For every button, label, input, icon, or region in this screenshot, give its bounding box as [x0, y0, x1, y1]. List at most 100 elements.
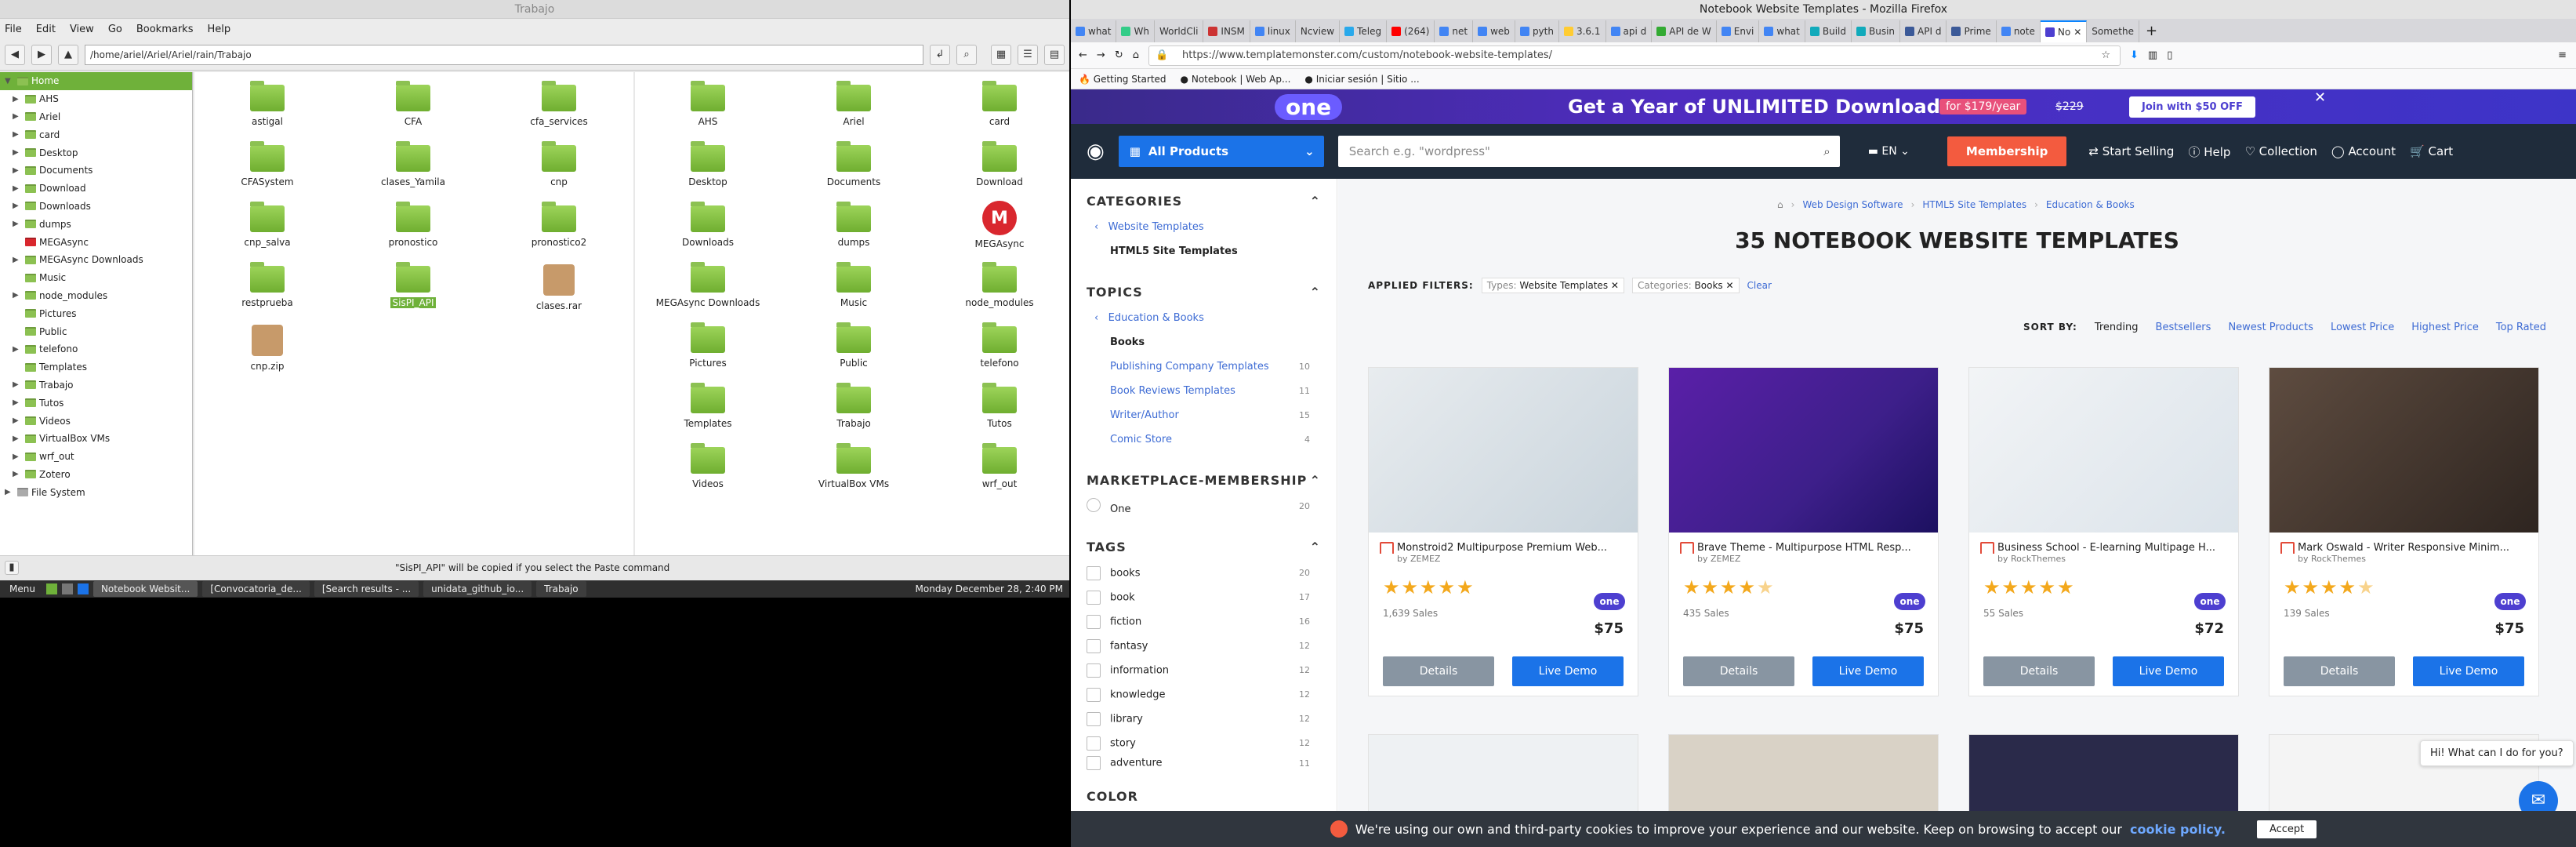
folder-item[interactable]: telefono [927, 322, 1069, 373]
url-bar[interactable]: 🔒 https://www.templatemonster.com/custom… [1148, 45, 2121, 66]
clear-filters-link[interactable]: Clear [1747, 280, 1772, 291]
tree-item[interactable]: ▶ Documents [0, 162, 192, 180]
tree-item-home[interactable]: ▼ Home [0, 72, 192, 90]
menu-view[interactable]: View [70, 24, 94, 35]
tree-item[interactable]: ▶ Ariel [0, 108, 192, 126]
tree-item-filesystem[interactable]: ▶ File System [0, 483, 192, 501]
tag-option[interactable]: information 12 [1071, 658, 1337, 682]
topic-parent-link[interactable]: ‹ Education & Books [1071, 306, 1337, 330]
tree-item[interactable]: MEGAsync [0, 233, 192, 251]
product-thumbnail[interactable] [2269, 368, 2538, 533]
cart-link[interactable]: 🛒 Cart [2410, 144, 2453, 158]
list-view-button[interactable]: ☰ [1018, 44, 1038, 65]
chat-bubble[interactable]: Hi! What can I do for you? [2420, 740, 2574, 766]
tag-option[interactable]: book 17 [1071, 585, 1337, 609]
live-demo-button[interactable]: Live Demo [1812, 656, 1924, 686]
close-icon[interactable]: ✕ [1725, 280, 1733, 291]
clock[interactable]: Monday December 28, 2:40 PM [916, 583, 1069, 594]
tree-item[interactable]: ▶ wrf_out [0, 448, 192, 466]
tree-item[interactable]: ▶ node_modules [0, 287, 192, 305]
radio-button[interactable] [1087, 497, 1101, 512]
tree-item[interactable]: ▶ Trabajo [0, 376, 192, 394]
bookmark-item[interactable]: ● Iniciar sesión | Sitio ... [1304, 74, 1419, 85]
tab[interactable]: WorldCli [1155, 20, 1204, 42]
bookmark-item[interactable]: ● Notebook | Web Ap... [1181, 74, 1291, 85]
product-card[interactable]: Business School - E-learning Multipage H… [1968, 367, 2239, 696]
archive-item[interactable]: cnp.zip [194, 322, 340, 373]
tag-option[interactable]: library 12 [1071, 707, 1337, 731]
breadcrumb-link[interactable]: Education & Books [2046, 199, 2135, 210]
task-item[interactable]: Trabajo [536, 581, 586, 597]
tab[interactable]: Teleg [1340, 20, 1388, 42]
new-tab-icon[interactable]: + [2139, 20, 2164, 42]
tree-item[interactable]: ▶ VirtualBox VMs [0, 430, 192, 448]
help-link[interactable]: ⓘ Help [2188, 144, 2230, 160]
menu-icon[interactable]: ≡ [2558, 49, 2576, 61]
promo-banner[interactable]: one Get a Year of UNLIMITED Downloads fo… [1071, 89, 2576, 124]
folder-item[interactable]: Downloads [635, 201, 781, 252]
checkbox[interactable] [1087, 687, 1101, 702]
folder-item[interactable]: Trabajo [781, 382, 927, 433]
tab[interactable]: what [1759, 20, 1805, 42]
search-icon[interactable]: ⌕ [956, 44, 977, 65]
up-button[interactable]: ▲ [58, 44, 78, 65]
topic-link[interactable]: Book Reviews Templates 11 [1071, 379, 1337, 403]
folder-item[interactable]: VirtualBox VMs [781, 442, 927, 493]
sort-trending[interactable]: Trending [2095, 322, 2139, 333]
tree-item[interactable]: ▶ AHS [0, 90, 192, 108]
tab[interactable]: (264) [1387, 20, 1435, 42]
color-heading[interactable]: COLOR [1071, 782, 1337, 810]
tab[interactable]: API d [1900, 20, 1947, 42]
tag-option[interactable]: fantasy 12 [1071, 634, 1337, 658]
archive-item[interactable]: clases.rar [486, 261, 632, 312]
task-firefox[interactable]: Notebook Websit... [93, 581, 198, 597]
tab[interactable]: Prime [1947, 20, 1997, 42]
tree-item[interactable]: Templates [0, 358, 192, 376]
tag-option[interactable]: story 12 [1071, 731, 1337, 755]
tree-item[interactable]: ▶ Videos [0, 412, 192, 430]
checkbox[interactable] [1087, 565, 1101, 580]
folder-item[interactable]: Templates [635, 382, 781, 433]
tree-item[interactable]: Music [0, 269, 192, 287]
reload-icon[interactable]: ↻ [1115, 49, 1123, 61]
menu-file[interactable]: File [5, 24, 22, 35]
icon-view-button[interactable]: ▦ [991, 44, 1011, 65]
folder-item[interactable]: CFA [340, 80, 486, 131]
checkbox[interactable] [1087, 590, 1101, 605]
checkbox[interactable] [1087, 663, 1101, 678]
tags-heading[interactable]: TAGS ⌃ [1071, 533, 1337, 561]
library-icon[interactable]: ▥ [2148, 49, 2157, 61]
folder-item-selected[interactable]: SisPI_API [340, 261, 486, 312]
close-icon[interactable]: ✕ [1611, 280, 1619, 291]
folder-item[interactable]: Tutos [927, 382, 1069, 433]
folder-item[interactable]: Public [781, 322, 927, 373]
folder-item[interactable]: M MEGAsync [927, 201, 1069, 252]
product-author[interactable]: by RockThemes [2269, 554, 2538, 564]
monster-logo-icon[interactable]: ◉ [1087, 140, 1105, 163]
tree-item[interactable]: ▶ telefono [0, 340, 192, 358]
product-title[interactable]: Mark Oswald - Writer Responsive Minim... [2269, 533, 2538, 554]
bookmark-star-icon[interactable]: ☆ [2101, 46, 2110, 65]
launcher-icon[interactable] [77, 583, 89, 594]
live-demo-button[interactable]: Live Demo [2413, 656, 2524, 686]
sort-bestsellers[interactable]: Bestsellers [2156, 322, 2211, 333]
tab[interactable]: api d [1606, 20, 1653, 42]
details-button[interactable]: Details [1383, 656, 1494, 686]
tag-option[interactable]: adventure 11 [1071, 755, 1337, 771]
tree-item[interactable]: Pictures [0, 304, 192, 322]
topic-link[interactable]: Comic Store 4 [1071, 427, 1337, 452]
sidebar-icon[interactable]: ▯ [2167, 49, 2172, 61]
product-title[interactable]: Business School - E-learning Multipage H… [1969, 533, 2238, 554]
membership-option-one[interactable]: One 20 [1071, 494, 1337, 518]
tree-item[interactable]: Public [0, 322, 192, 340]
tab[interactable]: net [1435, 20, 1474, 42]
folder-item[interactable]: Music [781, 261, 927, 312]
all-products-dropdown[interactable]: ▦ All Products ⌄ [1118, 136, 1324, 167]
tag-option[interactable]: fiction 16 [1071, 609, 1337, 634]
start-selling-link[interactable]: ⇄ Start Selling [2088, 144, 2174, 158]
topics-heading[interactable]: TOPICS ⌃ [1071, 278, 1337, 306]
tree-item[interactable]: ▶ Downloads [0, 198, 192, 216]
folder-item[interactable]: Download [927, 140, 1069, 191]
category-link[interactable]: ‹ Website Templates [1071, 215, 1337, 239]
downloads-icon[interactable]: ⬇ [2130, 49, 2139, 61]
